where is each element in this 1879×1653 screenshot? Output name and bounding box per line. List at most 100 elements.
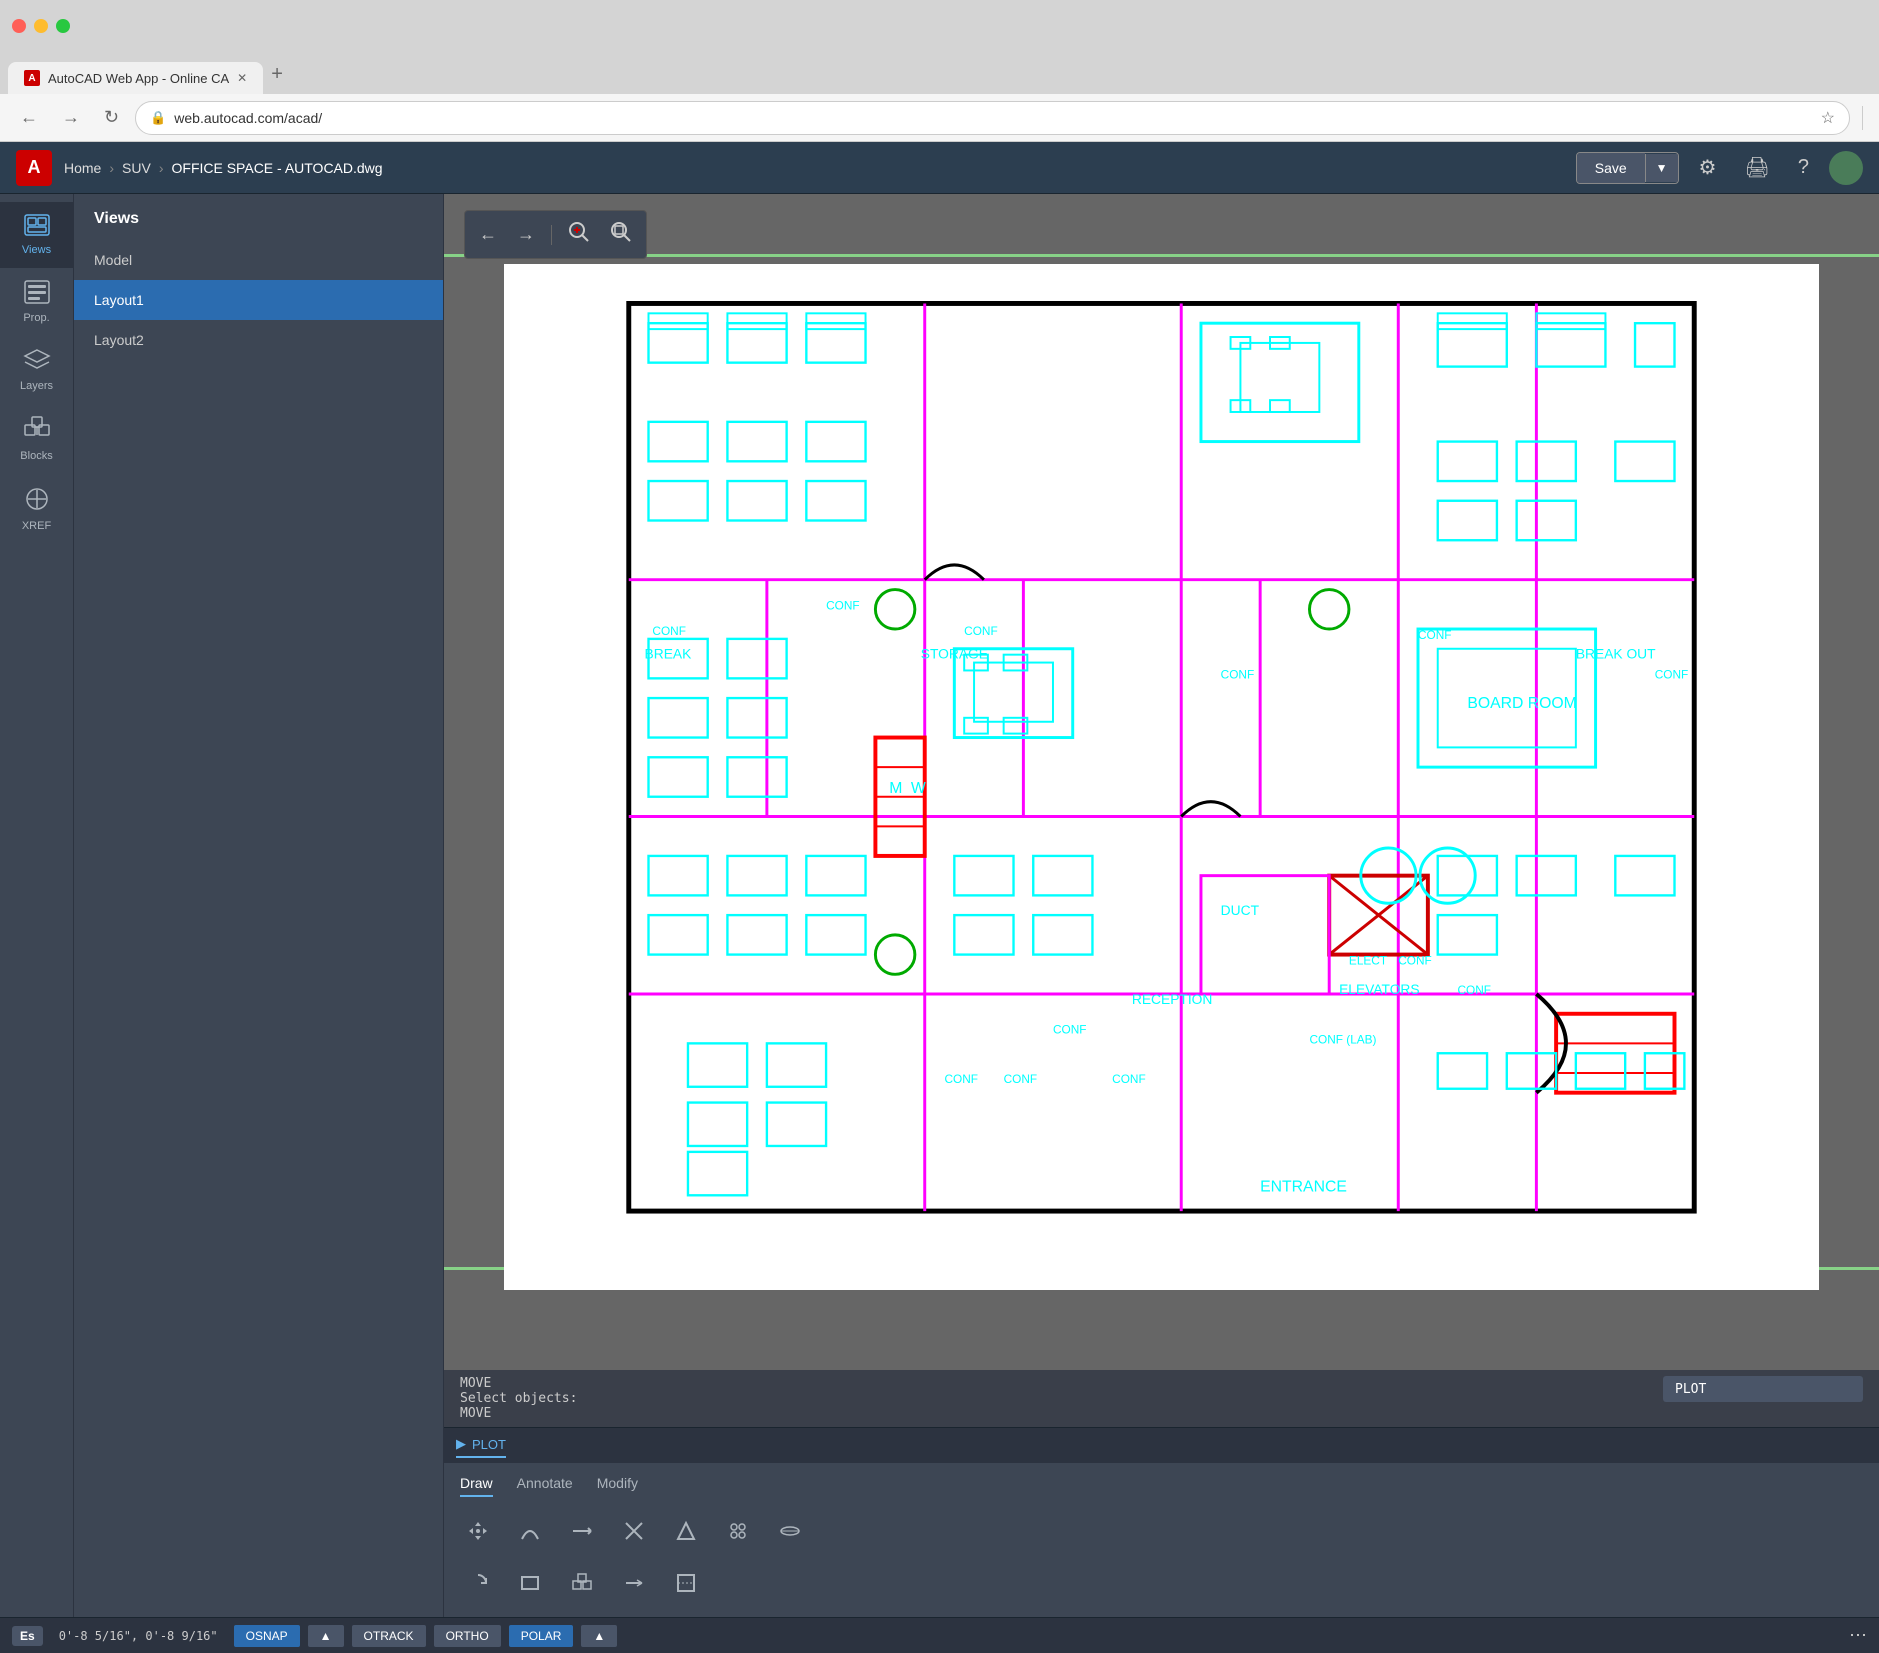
breadcrumb-sep-1: › — [109, 160, 114, 176]
breadcrumb: Home › SUV › OFFICE SPACE - AUTOCAD.dwg — [64, 160, 383, 176]
views-panel: Views Model Layout1 Layout2 — [74, 194, 444, 1617]
tab-close-button[interactable]: ✕ — [237, 71, 247, 85]
command-output-move2: MOVE — [460, 1406, 1647, 1421]
svg-text:CONF: CONF — [1398, 953, 1432, 967]
command-input[interactable] — [1675, 1382, 1851, 1397]
tools-tabs: Draw Annotate Modify — [456, 1471, 1867, 1505]
views-model-item[interactable]: Model — [74, 240, 443, 280]
arc-tool-button[interactable] — [508, 1509, 552, 1553]
app-body: Views Prop. — [0, 194, 1879, 1617]
views-layout2-item[interactable]: Layout2 — [74, 320, 443, 360]
browser-chrome: A AutoCAD Web App - Online CA ✕ + ← → ↻ … — [0, 0, 1879, 142]
properties-icon — [24, 280, 50, 308]
svg-text:CONF: CONF — [1418, 628, 1452, 642]
drawing-canvas[interactable]: BOARD ROOM ELEVATORS DUCT BREAK OUT — [444, 194, 1879, 1370]
breadcrumb-home[interactable]: Home — [64, 160, 101, 176]
command-output-select: Select objects: — [460, 1391, 1647, 1406]
polar-dropdown-button[interactable]: ▲ — [581, 1625, 617, 1647]
modify-tab[interactable]: Modify — [597, 1471, 638, 1497]
address-bar[interactable]: 🔒 web.autocad.com/acad/ ☆ — [135, 101, 1850, 135]
address-text: web.autocad.com/acad/ — [174, 110, 1812, 126]
svg-text:BREAK: BREAK — [645, 646, 693, 662]
array-tool-button[interactable] — [716, 1509, 760, 1553]
trim-tool-button[interactable] — [612, 1509, 656, 1553]
toolbar-separator — [1862, 106, 1863, 130]
save-button[interactable]: Save — [1577, 153, 1645, 183]
annotate-tab[interactable]: Annotate — [517, 1471, 573, 1497]
help-button[interactable]: ? — [1790, 152, 1817, 183]
left-sidebar: Views Prop. — [0, 194, 74, 1617]
sidebar-item-views[interactable]: Views — [0, 202, 73, 268]
save-dropdown-button[interactable]: ▼ — [1645, 154, 1678, 182]
sidebar-item-blocks[interactable]: Blocks — [0, 404, 73, 474]
minimize-dot[interactable] — [34, 19, 48, 33]
user-avatar[interactable] — [1829, 151, 1863, 185]
new-tab-button[interactable]: + — [263, 55, 291, 94]
svg-text:M: M — [889, 780, 902, 797]
sidebar-item-xref[interactable]: XREF — [0, 474, 73, 544]
settings-button[interactable]: ⚙ — [1691, 151, 1725, 184]
offset-tool-button[interactable] — [612, 1561, 656, 1605]
views-layout1-item[interactable]: Layout1 — [74, 280, 443, 320]
svg-text:W: W — [911, 780, 926, 797]
bottom-section: MOVE Select objects: MOVE ▶ PLOT — [444, 1370, 1879, 1617]
maximize-dot[interactable] — [56, 19, 70, 33]
svg-text:CONF: CONF — [1457, 983, 1491, 997]
block-tool-button[interactable] — [560, 1561, 604, 1605]
pan-right-button[interactable]: → — [513, 220, 539, 249]
osnap-dropdown-button[interactable]: ▲ — [308, 1625, 344, 1647]
hatch-tool-button[interactable] — [768, 1509, 812, 1553]
svg-text:DUCT: DUCT — [1221, 902, 1260, 918]
window-controls — [12, 19, 70, 33]
sidebar-item-xref-label: XREF — [22, 520, 51, 532]
sidebar-item-properties[interactable]: Prop. — [0, 268, 73, 336]
svg-text:CONF: CONF — [652, 624, 686, 638]
svg-text:CONF (LAB): CONF (LAB) — [1309, 1032, 1376, 1046]
tools-row-1 — [456, 1505, 1867, 1557]
blocks-icon — [24, 416, 50, 446]
rectangle-tool-button[interactable] — [508, 1561, 552, 1605]
close-dot[interactable] — [12, 19, 26, 33]
otrack-button[interactable]: OTRACK — [352, 1625, 426, 1647]
ortho-button[interactable]: ORTHO — [434, 1625, 501, 1647]
osnap-button[interactable]: OSNAP — [234, 1625, 300, 1647]
active-browser-tab[interactable]: A AutoCAD Web App - Online CA ✕ — [8, 62, 263, 94]
plot-tab-label: PLOT — [472, 1437, 506, 1452]
zoom-extents-button[interactable] — [564, 217, 594, 252]
rotate-tool-button[interactable] — [456, 1561, 500, 1605]
viewport-tool-button[interactable] — [664, 1561, 708, 1605]
svg-text:CONF: CONF — [1655, 667, 1689, 681]
pan-left-button[interactable]: ← — [475, 220, 501, 249]
line-tool-button[interactable] — [560, 1509, 604, 1553]
back-button[interactable]: ← — [12, 103, 46, 132]
app-container: A Home › SUV › OFFICE SPACE - AUTOCAD.dw… — [0, 142, 1879, 1653]
app-header: A Home › SUV › OFFICE SPACE - AUTOCAD.dw… — [0, 142, 1879, 194]
polygon-tool-button[interactable] — [664, 1509, 708, 1553]
forward-button[interactable]: → — [54, 103, 88, 132]
zoom-window-button[interactable] — [606, 217, 636, 252]
move-tool-button[interactable] — [456, 1509, 500, 1553]
plot-tab[interactable]: ▶ PLOT — [456, 1432, 506, 1458]
save-button-group: Save ▼ — [1576, 152, 1679, 184]
breadcrumb-file: OFFICE SPACE - AUTOCAD.dwg — [172, 160, 383, 176]
tools-row-2 — [456, 1557, 1867, 1609]
plot-tab-arrow: ▶ — [456, 1436, 466, 1452]
tab-label: AutoCAD Web App - Online CA — [48, 71, 229, 86]
polar-button[interactable]: POLAR — [509, 1625, 574, 1647]
bookmark-icon[interactable]: ☆ — [1821, 108, 1835, 128]
print-button[interactable]: 🖨 — [1736, 151, 1777, 184]
svg-text:CONF: CONF — [1004, 1072, 1038, 1086]
status-more-button[interactable]: ⋯ — [1849, 1625, 1867, 1646]
svg-text:CONF: CONF — [964, 624, 998, 638]
lock-icon: 🔒 — [150, 110, 166, 126]
breadcrumb-suv[interactable]: SUV — [122, 160, 151, 176]
layers-icon — [23, 348, 51, 376]
reload-button[interactable]: ↻ — [96, 103, 127, 132]
svg-text:ENTRANCE: ENTRANCE — [1260, 1178, 1347, 1195]
status-es-label: Es — [12, 1626, 43, 1646]
draw-tab[interactable]: Draw — [460, 1471, 493, 1497]
app-logo: A — [16, 150, 52, 186]
views-panel-title: Views — [74, 194, 443, 240]
browser-tab-bar: A AutoCAD Web App - Online CA ✕ + — [0, 52, 1879, 94]
sidebar-item-layers[interactable]: Layers — [0, 336, 73, 404]
